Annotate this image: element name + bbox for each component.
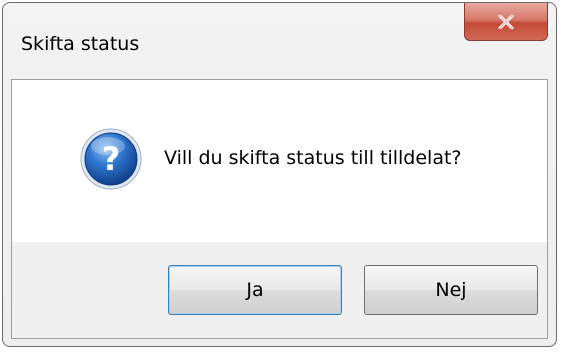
no-button[interactable]: Nej bbox=[364, 265, 538, 315]
dialog-title: Skifta status bbox=[21, 33, 140, 55]
title-bar[interactable]: Skifta status bbox=[3, 3, 556, 79]
close-icon bbox=[498, 14, 514, 29]
message-dialog: Skifta status ? Vill du skifta status ti… bbox=[2, 2, 557, 347]
message-text: Vill du skifta status till tilldelat? bbox=[164, 147, 462, 169]
message-area: ? Vill du skifta status till tilldelat? bbox=[12, 80, 547, 242]
yes-button[interactable]: Ja bbox=[168, 265, 342, 315]
svg-text:?: ? bbox=[102, 140, 121, 178]
close-button[interactable] bbox=[464, 3, 548, 41]
question-icon: ? bbox=[80, 128, 142, 190]
dialog-body: ? Vill du skifta status till tilldelat? … bbox=[11, 79, 548, 339]
